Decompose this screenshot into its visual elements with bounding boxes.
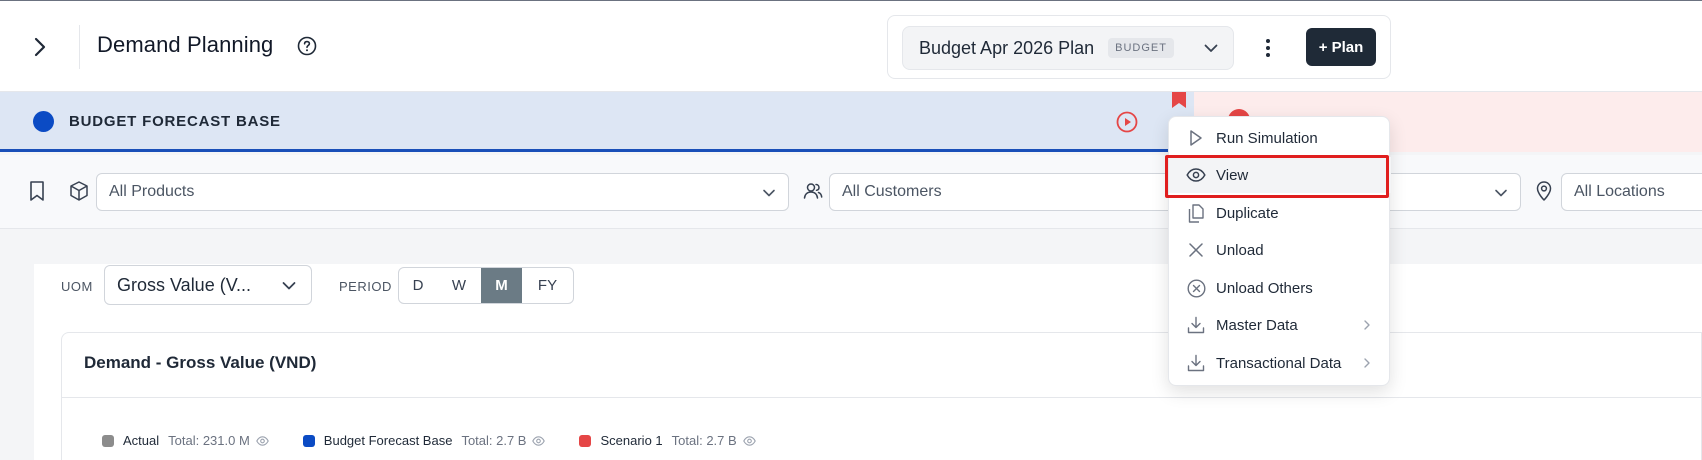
- run-simulation-icon[interactable]: [1116, 111, 1138, 133]
- menu-item-label: Transactional Data: [1216, 354, 1342, 372]
- duplicate-icon: [1186, 203, 1206, 223]
- period-button-w[interactable]: W: [437, 268, 481, 303]
- menu-item-master-data[interactable]: Master Data: [1169, 307, 1391, 343]
- help-button[interactable]: [295, 34, 319, 58]
- menu-item-label: Duplicate: [1216, 204, 1279, 222]
- scenario-bar: BUDGET FORECAST BASE: [0, 92, 1702, 152]
- menu-item-label: Master Data: [1216, 316, 1298, 334]
- play-outline-icon: [1186, 128, 1206, 148]
- chevron-down-icon: [1204, 44, 1218, 52]
- scenario-label: BUDGET FORECAST BASE: [69, 113, 281, 130]
- menu-item-unload-others[interactable]: Unload Others: [1169, 270, 1391, 306]
- menu-item-duplicate[interactable]: Duplicate: [1169, 195, 1391, 231]
- legend-total: Total: 231.0 M: [168, 433, 250, 448]
- menu-item-run-simulation[interactable]: Run Simulation: [1169, 120, 1391, 156]
- chevron-right-icon: [1364, 320, 1370, 330]
- locations-filter-value: All Locations: [1574, 183, 1665, 200]
- chart-title: Demand - Gross Value (VND): [84, 353, 317, 372]
- period-button-fy[interactable]: FY: [522, 268, 573, 303]
- expand-sidebar-button[interactable]: [22, 29, 58, 65]
- help-icon: [297, 36, 317, 56]
- close-icon: [1186, 240, 1206, 260]
- products-filter-value: All Products: [109, 183, 195, 200]
- scenario-tab-budget-forecast-base[interactable]: BUDGET FORECAST BASE: [0, 92, 1194, 152]
- cube-icon: [70, 181, 88, 201]
- legend-item-actual[interactable]: Actual Total: 231.0 M: [102, 433, 269, 448]
- location-pin-icon: [1536, 181, 1552, 201]
- chevron-right-icon: [34, 37, 46, 57]
- eye-icon: [1186, 165, 1206, 185]
- menu-item-unload[interactable]: Unload: [1169, 232, 1391, 268]
- legend-total: Total: 2.7 B: [671, 433, 737, 448]
- filter-bar: All Products All Customers All Locations: [0, 155, 1702, 229]
- legend-name: Budget Forecast Base: [323, 433, 453, 448]
- menu-item-label: Run Simulation: [1216, 129, 1318, 147]
- chevron-down-icon: [763, 189, 775, 197]
- plan-selector-container: Budget Apr 2026 Plan BUDGET + Plan: [887, 15, 1391, 79]
- top-bar: Demand Planning Budget Apr 2026 Plan BUD…: [0, 0, 1702, 92]
- menu-item-label: Unload: [1216, 241, 1264, 259]
- uom-label: UOM: [61, 279, 93, 294]
- page-title: Demand Planning: [97, 32, 274, 57]
- chevron-right-icon: [1364, 358, 1370, 368]
- eye-icon[interactable]: [255, 435, 269, 446]
- chevron-down-icon: [282, 282, 296, 290]
- legend-name: Scenario 1: [600, 433, 663, 448]
- chevron-down-icon: [1495, 189, 1507, 197]
- demand-chart-card: Demand - Gross Value (VND) Actual Total:…: [61, 332, 1702, 460]
- legend-item-budget-forecast-base[interactable]: Budget Forecast Base Total: 2.7 B: [302, 433, 546, 448]
- legend-swatch: [102, 434, 114, 447]
- uom-select[interactable]: Gross Value (V...: [104, 265, 312, 305]
- legend-swatch: [579, 434, 592, 447]
- menu-item-transactional-data[interactable]: Transactional Data: [1169, 345, 1391, 381]
- period-button-d[interactable]: D: [399, 268, 437, 303]
- bookmark-flag-icon: [1172, 92, 1186, 108]
- menu-item-label: View: [1216, 166, 1249, 184]
- plan-type-badge: BUDGET: [1108, 38, 1174, 58]
- customers-filter-value: All Customers: [842, 183, 942, 200]
- chart-legend: Actual Total: 231.0 M Budget Forecast Ba…: [102, 433, 790, 448]
- legend-total: Total: 2.7 B: [461, 433, 527, 448]
- eye-icon[interactable]: [532, 435, 546, 446]
- users-icon: [803, 183, 823, 199]
- main-content: UOM Gross Value (V... PERIOD D W M FY De…: [34, 264, 1702, 460]
- menu-item-view[interactable]: View: [1169, 157, 1391, 193]
- products-filter-select[interactable]: All Products: [96, 173, 789, 211]
- header-divider: [79, 25, 80, 69]
- chart-divider: [62, 397, 1702, 398]
- scenario-color-dot: [33, 111, 54, 132]
- bookmark-icon[interactable]: [27, 180, 47, 202]
- close-circle-icon: [1186, 278, 1206, 298]
- legend-item-scenario-1[interactable]: Scenario 1 Total: 2.7 B: [579, 433, 756, 448]
- download-icon: [1186, 315, 1206, 335]
- plan-name: Budget Apr 2026 Plan: [919, 37, 1095, 58]
- eye-icon[interactable]: [742, 435, 756, 446]
- uom-value: Gross Value (V...: [117, 274, 252, 295]
- menu-item-label: Unload Others: [1216, 279, 1313, 297]
- period-toggle-group: D W M FY: [398, 267, 574, 304]
- legend-swatch: [302, 434, 315, 447]
- legend-name: Actual: [123, 433, 160, 448]
- more-options-button[interactable]: [1254, 34, 1282, 62]
- kebab-menu-icon: [1266, 39, 1270, 57]
- period-button-m[interactable]: M: [481, 268, 522, 303]
- locations-filter-select[interactable]: All Locations: [1561, 173, 1702, 211]
- download-icon: [1186, 353, 1206, 373]
- plan-select[interactable]: Budget Apr 2026 Plan BUDGET: [902, 26, 1234, 70]
- period-label: PERIOD: [339, 279, 392, 294]
- add-plan-button[interactable]: + Plan: [1306, 28, 1376, 66]
- scenario-context-menu: Run Simulation View Duplicate Unload Unl…: [1168, 116, 1391, 386]
